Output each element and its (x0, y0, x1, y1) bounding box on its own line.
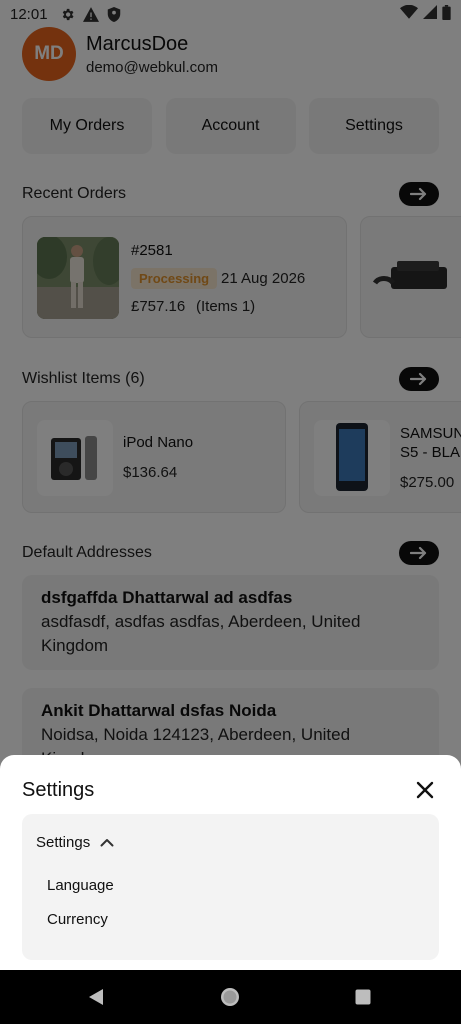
currency-menu-item[interactable]: Currency (47, 911, 108, 928)
sheet-title: Settings (22, 779, 95, 801)
settings-bottom-sheet: Settings Settings Language Currency (0, 755, 461, 970)
home-icon (221, 988, 239, 1006)
language-menu-item[interactable]: Language (47, 877, 114, 894)
chevron-up-icon (100, 838, 114, 847)
settings-accordion: Settings Language Currency (22, 814, 439, 960)
close-button[interactable] (412, 777, 438, 803)
close-icon (416, 781, 434, 799)
home-button[interactable] (219, 986, 241, 1008)
settings-accordion-toggle[interactable]: Settings (36, 834, 114, 851)
recents-button[interactable] (352, 986, 374, 1008)
system-nav-bar (0, 970, 461, 1024)
accordion-label: Settings (36, 834, 91, 851)
recents-icon (355, 989, 371, 1005)
back-icon (89, 989, 103, 1005)
back-button[interactable] (85, 986, 107, 1008)
